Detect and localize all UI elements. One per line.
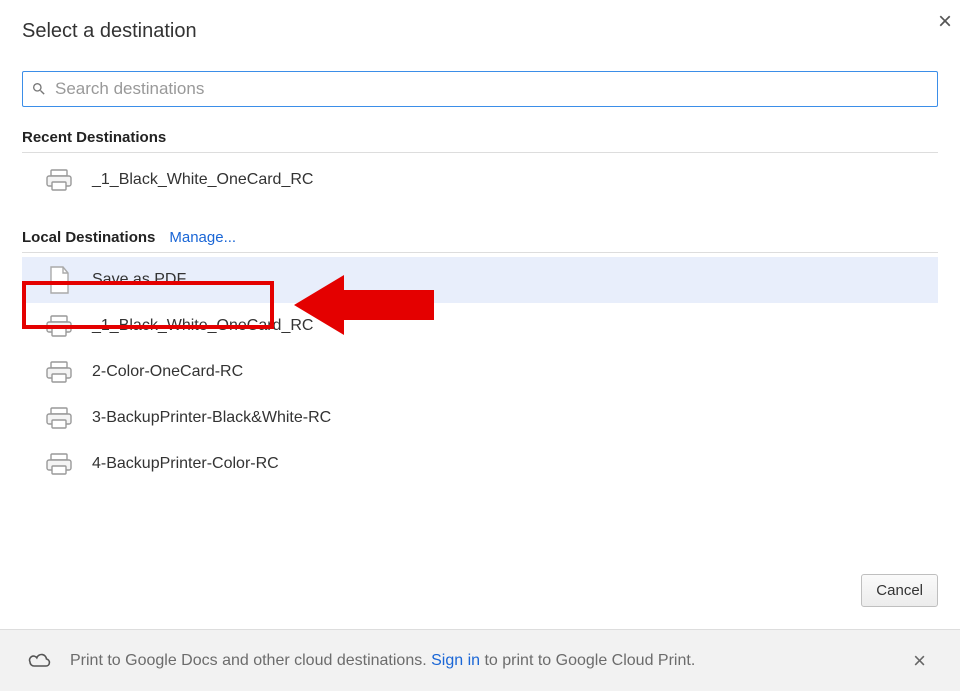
destination-label: 2-Color-OneCard-RC bbox=[92, 363, 243, 381]
destination-label: _1_Black_White_OneCard_RC bbox=[92, 317, 313, 335]
dialog-title: Select a destination bbox=[22, 20, 938, 43]
search-field-wrap[interactable] bbox=[22, 71, 938, 107]
recent-destinations-list: _1_Black_White_OneCard_RC bbox=[22, 157, 938, 203]
printer-icon bbox=[44, 403, 74, 433]
destination-label: 4-BackupPrinter-Color-RC bbox=[92, 455, 279, 473]
cloud-print-footer: Print to Google Docs and other cloud des… bbox=[0, 629, 960, 691]
recent-destinations-header: Recent Destinations bbox=[22, 129, 938, 153]
printer-icon bbox=[44, 165, 74, 195]
local-destinations-header: Local Destinations bbox=[22, 229, 155, 246]
destination-item[interactable]: 2-Color-OneCard-RC bbox=[22, 349, 938, 395]
destination-item[interactable]: 3-BackupPrinter-Black&White-RC bbox=[22, 395, 938, 441]
local-destinations-list: Save as PDF _1_Black_White_OneCard_RC 2-Co… bbox=[22, 257, 938, 487]
printer-icon bbox=[44, 311, 74, 341]
footer-text-after: to print to Google Cloud Print. bbox=[480, 652, 695, 669]
close-icon[interactable]: × bbox=[938, 10, 952, 34]
pdf-icon bbox=[44, 265, 74, 295]
destination-item[interactable]: 4-BackupPrinter-Color-RC bbox=[22, 441, 938, 487]
manage-link[interactable]: Manage... bbox=[169, 229, 236, 246]
destination-dialog: × Select a destination Recent Destinatio… bbox=[0, 0, 960, 487]
footer-text: Print to Google Docs and other cloud des… bbox=[70, 652, 905, 670]
destination-item[interactable]: _1_Black_White_OneCard_RC bbox=[22, 303, 938, 349]
cancel-button[interactable]: Cancel bbox=[861, 574, 938, 607]
signin-link[interactable]: Sign in bbox=[431, 652, 480, 669]
footer-close-icon[interactable]: × bbox=[905, 644, 934, 678]
destination-label: Save as PDF bbox=[92, 271, 186, 289]
cloud-icon bbox=[26, 651, 52, 671]
printer-icon bbox=[44, 357, 74, 387]
search-icon bbox=[31, 81, 47, 97]
destination-label: 3-BackupPrinter-Black&White-RC bbox=[92, 409, 331, 427]
dialog-buttons: Cancel bbox=[861, 574, 938, 607]
destination-label: _1_Black_White_OneCard_RC bbox=[92, 171, 313, 189]
footer-text-before: Print to Google Docs and other cloud des… bbox=[70, 652, 431, 669]
printer-icon bbox=[44, 449, 74, 479]
local-destinations-header-row: Local Destinations Manage... bbox=[22, 229, 938, 253]
search-input[interactable] bbox=[55, 79, 929, 99]
destination-item[interactable]: Save as PDF bbox=[22, 257, 938, 303]
destination-item[interactable]: _1_Black_White_OneCard_RC bbox=[22, 157, 938, 203]
